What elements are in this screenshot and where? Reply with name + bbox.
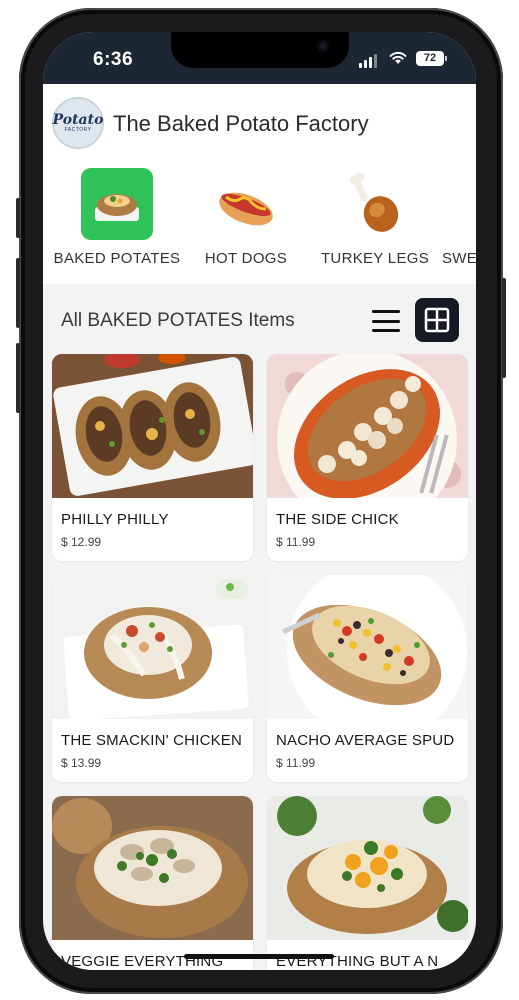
grid-view-toggle[interactable] (415, 298, 459, 342)
battery-icon: 72 (416, 51, 447, 66)
volume-up-button (16, 258, 20, 328)
camera-icon (317, 40, 329, 52)
grid-view-icon (424, 307, 450, 333)
status-time: 6:36 (93, 49, 134, 70)
item-image (52, 354, 253, 498)
list-view-icon (372, 310, 400, 313)
volume-down-button (16, 343, 20, 413)
item-price: $ 11.99 (276, 756, 316, 770)
wifi-icon (389, 51, 407, 64)
item-image (52, 796, 253, 940)
dynamic-island (171, 32, 349, 68)
category-sweet-potatoes[interactable]: SWE (434, 166, 476, 267)
item-card[interactable]: THE SIDE CHICK $ 11.99 (267, 354, 468, 561)
item-price: $ 11.99 (276, 535, 316, 549)
category-label: SWE (442, 250, 476, 267)
list-title: All BAKED POTATES Items (61, 310, 295, 331)
item-name: THE SMACKIN' CHICKEN (61, 732, 243, 749)
category-label: TURKEY LEGS (320, 250, 430, 267)
baked-potato-icon (81, 168, 153, 240)
home-indicator[interactable] (184, 954, 334, 959)
brand-logo[interactable]: Potato FACTORY (52, 97, 104, 149)
category-hot-dogs[interactable]: HOT DOGS (176, 166, 316, 267)
category-turkey-legs[interactable]: TURKEY LEGS (305, 166, 445, 267)
item-price: $ 13.99 (61, 756, 102, 770)
logo-wordmark: Potato (52, 112, 104, 128)
item-card[interactable]: THE SMACKIN' CHICKEN $ 13.99 (52, 575, 253, 782)
item-price: $ 12.99 (61, 535, 102, 549)
mute-switch (16, 198, 20, 238)
item-card[interactable]: EVERYTHING BUT A N (267, 796, 468, 970)
list-view-toggle[interactable] (369, 306, 403, 336)
item-image (267, 354, 468, 498)
item-name: NACHO AVERAGE SPUD (276, 732, 455, 749)
power-button (502, 278, 506, 378)
item-card[interactable]: NACHO AVERAGE SPUD $ 11.99 (267, 575, 468, 782)
category-label: HOT DOGS (204, 250, 288, 267)
status-bar: 6:36 72 (43, 32, 476, 84)
signal-icon (359, 54, 377, 68)
category-bar: BAKED POTATES HOT DOGS TURKEY LEGS SWE (43, 166, 476, 284)
category-label: BAKED POTATES (53, 250, 181, 267)
item-image (267, 796, 468, 940)
item-card[interactable]: PHILLY PHILLY $ 12.99 (52, 354, 253, 561)
hotdog-icon (210, 168, 282, 240)
item-name: PHILLY PHILLY (61, 511, 169, 528)
sweet-potato-icon (472, 168, 476, 240)
category-baked-potatoes[interactable]: BAKED POTATES (47, 166, 187, 267)
turkey-leg-icon (339, 168, 411, 240)
item-image (267, 575, 468, 719)
logo-subtitle: FACTORY (64, 127, 92, 133)
app-screen: 6:36 72 Potato FACTORY The Baked Potato … (43, 32, 476, 970)
item-card[interactable]: VEGGIE EVERYTHING (52, 796, 253, 970)
item-image (52, 575, 253, 719)
app-header: Potato FACTORY The Baked Potato Factory (43, 84, 476, 166)
app-title: The Baked Potato Factory (113, 111, 369, 136)
list-header: All BAKED POTATES Items (43, 284, 476, 354)
item-name: THE SIDE CHICK (276, 511, 399, 528)
